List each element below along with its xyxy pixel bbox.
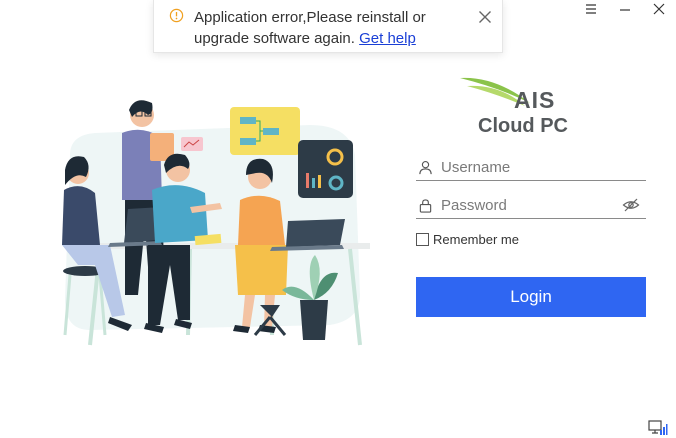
- remember-label: Remember me: [433, 231, 519, 247]
- menu-icon: [586, 4, 596, 14]
- minimize-button[interactable]: [608, 0, 642, 18]
- error-toast: Application error,Please reinstall or up…: [153, 0, 503, 53]
- warning-icon: [169, 8, 184, 23]
- brand-name: AIS: [514, 87, 556, 113]
- toast-close-icon[interactable]: [478, 10, 492, 24]
- close-icon: [653, 3, 665, 15]
- eye-off-icon[interactable]: [622, 197, 640, 213]
- password-input[interactable]: [441, 194, 621, 216]
- user-icon: [419, 161, 432, 175]
- login-button[interactable]: Login: [416, 277, 646, 317]
- product-name: Cloud PC: [478, 115, 568, 137]
- team-illustration: [62, 100, 370, 346]
- lock-icon: [419, 199, 432, 213]
- password-field: [416, 193, 646, 219]
- menu-button[interactable]: [574, 0, 608, 18]
- close-window-button[interactable]: [642, 0, 676, 18]
- username-input[interactable]: [441, 156, 621, 178]
- minimize-icon: [620, 9, 630, 11]
- remember-me: Remember me: [416, 231, 519, 247]
- remember-checkbox[interactable]: [416, 232, 429, 246]
- window-controls: [574, 0, 676, 18]
- dashboard-screen: [298, 140, 353, 198]
- plant-pot: [300, 300, 328, 340]
- get-help-link[interactable]: Get help: [359, 30, 416, 47]
- username-field: [416, 155, 646, 181]
- network-icon[interactable]: [648, 420, 668, 436]
- toast-message: Application error,Please reinstall or up…: [194, 7, 464, 49]
